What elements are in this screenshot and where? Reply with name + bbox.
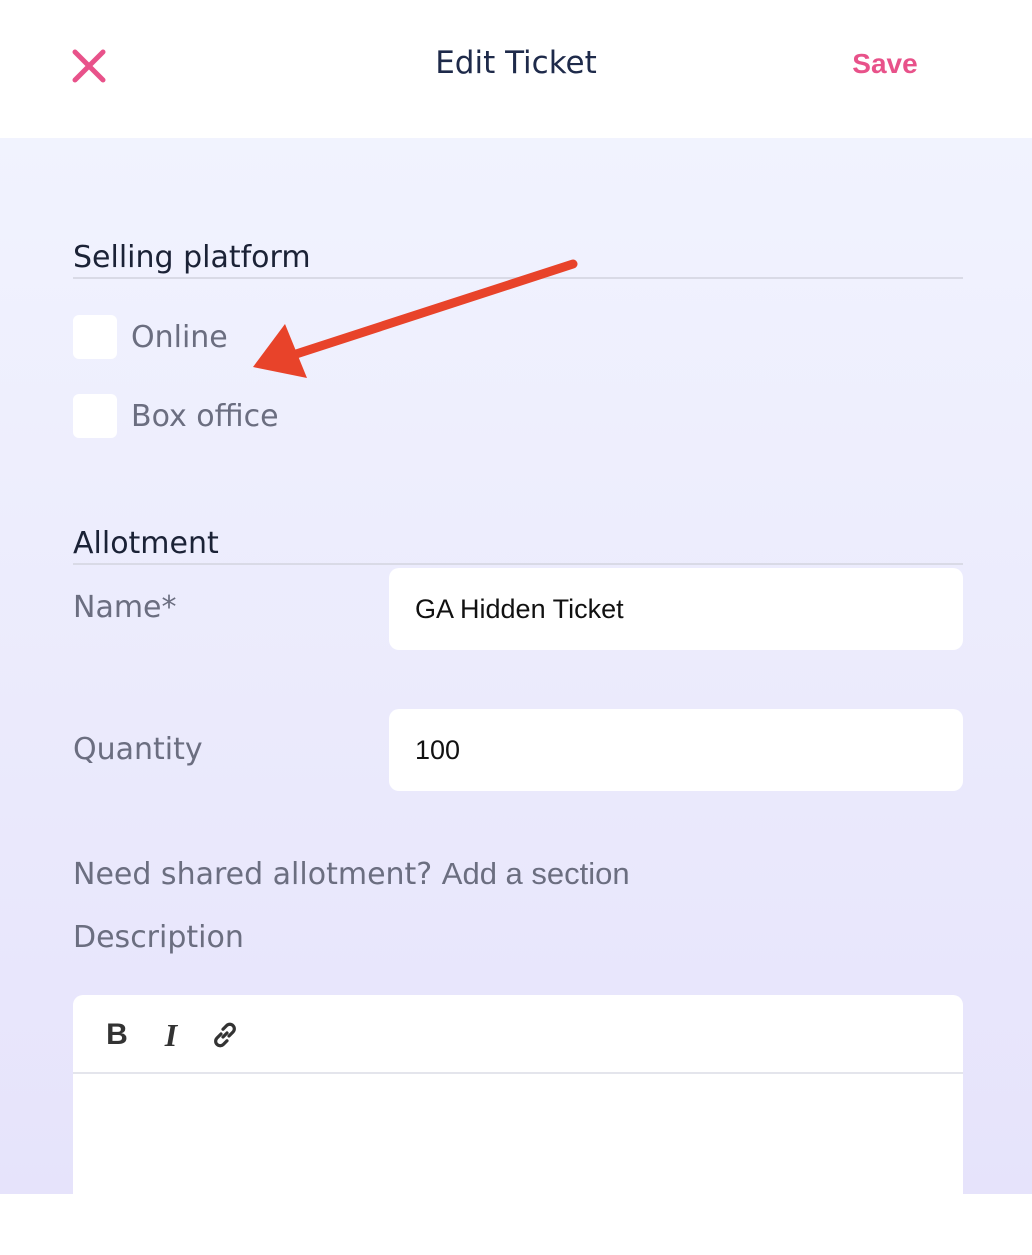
description-label: Description xyxy=(73,920,244,955)
quantity-label: Quantity xyxy=(73,732,203,767)
description-textarea[interactable] xyxy=(73,1076,963,1255)
name-input[interactable] xyxy=(389,568,963,650)
allotment-heading: Allotment xyxy=(73,526,963,565)
close-icon xyxy=(72,49,106,83)
close-button[interactable] xyxy=(70,47,108,85)
online-option: Online xyxy=(73,315,228,359)
description-editor: B I xyxy=(73,995,963,1255)
bold-icon[interactable]: B xyxy=(99,1017,135,1053)
name-label: Name* xyxy=(73,590,177,625)
shared-allotment-row: Need shared allotment? Add a section xyxy=(73,856,630,892)
link-icon[interactable] xyxy=(207,1017,243,1053)
italic-icon[interactable]: I xyxy=(153,1017,189,1053)
page-title: Edit Ticket xyxy=(435,45,597,81)
online-label[interactable]: Online xyxy=(131,320,228,355)
edit-ticket-form: Selling platform Online Box office Allot… xyxy=(0,138,1032,1255)
box-office-checkbox[interactable] xyxy=(73,394,117,438)
top-bar: Edit Ticket Save xyxy=(0,0,1032,138)
quantity-input[interactable] xyxy=(389,709,963,791)
box-office-label[interactable]: Box office xyxy=(131,399,279,434)
online-checkbox[interactable] xyxy=(73,315,117,359)
link-chain-glyph xyxy=(214,1022,236,1048)
editor-toolbar: B I xyxy=(73,995,963,1074)
box-office-option: Box office xyxy=(73,394,279,438)
shared-allotment-prompt: Need shared allotment? xyxy=(73,857,433,892)
save-button[interactable]: Save xyxy=(840,48,930,80)
selling-platform-heading: Selling platform xyxy=(73,240,963,279)
add-section-link[interactable]: Add a section xyxy=(442,856,630,891)
